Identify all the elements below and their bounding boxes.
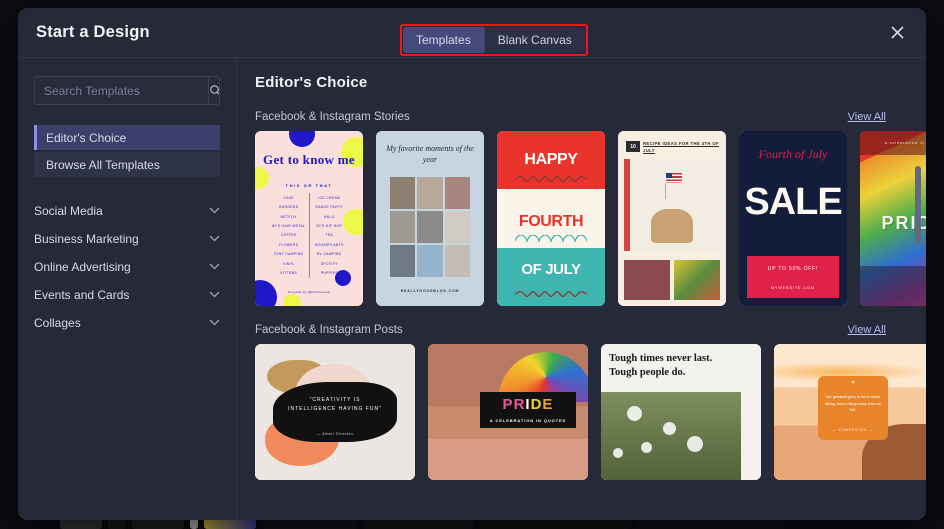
template-card-happy-fourth-of-july[interactable]: HAPPY FOURTH OF JULY (497, 131, 605, 306)
modal-body: Editor's Choice Browse All Templates Soc… (18, 58, 926, 520)
template-card-pride-post[interactable]: PRIDE A CELEBRATION IN QUOTES (428, 344, 588, 480)
template-card-tough-times[interactable]: Tough times never last. Tough people do. (601, 344, 761, 480)
template-left-list: CAKE BURGERS NETFLIX 80'S HAIR METAL COF… (272, 195, 306, 276)
template-line-2: FOURTH (518, 213, 584, 230)
search-templates-field[interactable] (34, 76, 220, 105)
template-big-word: SALE (744, 181, 842, 223)
close-icon[interactable] (886, 22, 908, 44)
sidebar-category-list: Social Media Business Marketing Online A… (34, 197, 220, 337)
quote-mark-icon: ” (851, 380, 855, 389)
chevron-down-icon (209, 290, 220, 301)
template-subhead: THIS OR THAT (285, 183, 333, 188)
chevron-down-icon (209, 234, 220, 245)
template-line-1: HAPPY (524, 151, 578, 168)
template-art: My favorite moments of the year REALLYGO… (376, 131, 484, 306)
content-scrollbar-thumb[interactable] (915, 166, 921, 244)
sidebar-category-label: Events and Cards (34, 288, 130, 302)
sidebar-category-label: Collages (34, 316, 81, 330)
chevron-down-icon (209, 206, 220, 217)
template-caption: A CELEBRATION IN QUOTES (489, 418, 567, 423)
template-card-creativity-quote[interactable]: "CREATIVITY IS INTELLIGENCE HAVING FUN" … (255, 344, 415, 480)
sidebar-item-browse-all-templates[interactable]: Browse All Templates (34, 152, 220, 177)
tabs-annotation-highlight: Templates Blank Canvas (400, 24, 588, 56)
content-scrollbar-track[interactable] (915, 68, 921, 516)
chevron-down-icon (209, 318, 220, 329)
tab-templates[interactable]: Templates (403, 27, 485, 53)
template-offer: UP TO 50% OFF! (767, 266, 819, 272)
sidebar-category-label: Social Media (34, 204, 103, 218)
template-url: MYWEBSITE.COM (771, 286, 815, 290)
template-art: PRIDE A CELEBRATION IN QUOTES (428, 344, 588, 480)
search-input[interactable] (35, 77, 208, 104)
template-right-list: ICE CREAM DANCE PARTY HULU 90'S HIP HOP … (314, 195, 344, 276)
template-art: Get to know me THIS OR THAT CAKE BURGERS… (255, 131, 363, 306)
search-icon[interactable] (208, 77, 219, 104)
sidebar-category-label: Business Marketing (34, 232, 139, 246)
template-card-recipe-ideas-4th[interactable]: 10 RECIPE IDEAS FOR THE 4TH OF JULY (618, 131, 726, 306)
template-credit: Template by @InfiniteLoop (287, 290, 331, 294)
stories-template-row: Get to know me THIS OR THAT CAKE BURGERS… (255, 131, 926, 306)
template-card-get-to-know-me[interactable]: Get to know me THIS OR THAT CAKE BURGERS… (255, 131, 363, 306)
sidebar-category-label: Online Advertising (34, 260, 131, 274)
sidebar-primary-nav: Editor's Choice Browse All Templates (34, 125, 220, 177)
sidebar-item-editors-choice[interactable]: Editor's Choice (34, 125, 220, 150)
template-headline: Tough times never last. Tough people do. (609, 352, 753, 380)
section-header-posts: Facebook & Instagram Posts View All (255, 324, 904, 336)
template-art: HAPPY FOURTH OF JULY (497, 131, 605, 306)
template-line-2: Tough people do. (609, 367, 686, 378)
template-badge: 10 (626, 141, 640, 152)
usa-flag-icon (665, 173, 682, 199)
template-card-favorite-moments[interactable]: My favorite moments of the year REALLYGO… (376, 131, 484, 306)
sidebar-category-collages[interactable]: Collages (34, 309, 220, 337)
view-all-posts-link[interactable]: View All (848, 324, 886, 336)
sidebar-item-label: Browse All Templates (46, 157, 160, 172)
template-art: "CREATIVITY IS INTELLIGENCE HAVING FUN" … (255, 344, 415, 480)
section-header-stories: Facebook & Instagram Stories View All (255, 111, 904, 123)
section-title: Facebook & Instagram Stories (255, 111, 410, 123)
template-art: ” Our greatest glory is not in never fal… (774, 344, 926, 480)
template-art: Fourth of July SALE UP TO 50% OFF! MYWEB… (739, 131, 847, 306)
posts-template-row: "CREATIVITY IS INTELLIGENCE HAVING FUN" … (255, 344, 926, 480)
template-quote: "CREATIVITY IS INTELLIGENCE HAVING FUN" (288, 397, 382, 412)
template-headline: My favorite moments of the year (386, 144, 474, 164)
sidebar-category-social-media[interactable]: Social Media (34, 197, 220, 225)
template-quote: Our greatest glory is not in never falli… (825, 395, 881, 412)
chevron-down-icon (209, 262, 220, 273)
template-headline: RECIPE IDEAS FOR THE 4TH OF JULY (643, 141, 719, 153)
template-headline: Get to know me (263, 152, 355, 167)
template-art: Tough times never last. Tough people do. (601, 344, 761, 480)
sidebar-item-label: Editor's Choice (46, 130, 127, 145)
sidebar-category-business-marketing[interactable]: Business Marketing (34, 225, 220, 253)
template-author: — Albert Einstein (316, 432, 354, 436)
start-a-design-modal: Start a Design Templates Blank Canvas Se… (18, 8, 926, 520)
template-author: — CONFUCIUS — (832, 428, 874, 432)
mode-tab-group: Templates Blank Canvas (403, 27, 585, 53)
template-photo-grid (390, 177, 470, 277)
templates-content-area: Editor's Choice Facebook & Instagram Sto… (237, 58, 926, 520)
view-all-stories-link[interactable]: View All (848, 111, 886, 123)
templates-sidebar: Editor's Choice Browse All Templates Soc… (18, 58, 237, 520)
template-card-fourth-of-july-sale[interactable]: Fourth of July SALE UP TO 50% OFF! MYWEB… (739, 131, 847, 306)
quote-card: ” Our greatest glory is not in never fal… (818, 376, 888, 440)
tab-blank-canvas[interactable]: Blank Canvas (484, 27, 585, 53)
modal-header: Start a Design Templates Blank Canvas (18, 8, 926, 58)
template-card-confucius-quote[interactable]: ” Our greatest glory is not in never fal… (774, 344, 926, 480)
content-heading: Editor's Choice (255, 74, 368, 91)
template-art: 10 RECIPE IDEAS FOR THE 4TH OF JULY (618, 131, 726, 306)
template-line-1: Tough times never last. (609, 353, 713, 364)
template-line-3: OF JULY (521, 261, 581, 278)
template-url: REALLYGOODBLOG.COM (400, 289, 460, 293)
sidebar-category-events-and-cards[interactable]: Events and Cards (34, 281, 220, 309)
page-title: Start a Design (36, 23, 150, 41)
template-script-headline: Fourth of July (758, 147, 828, 161)
section-title: Facebook & Instagram Posts (255, 324, 403, 336)
template-headline: PRIDE (502, 396, 554, 413)
sidebar-category-online-advertising[interactable]: Online Advertising (34, 253, 220, 281)
